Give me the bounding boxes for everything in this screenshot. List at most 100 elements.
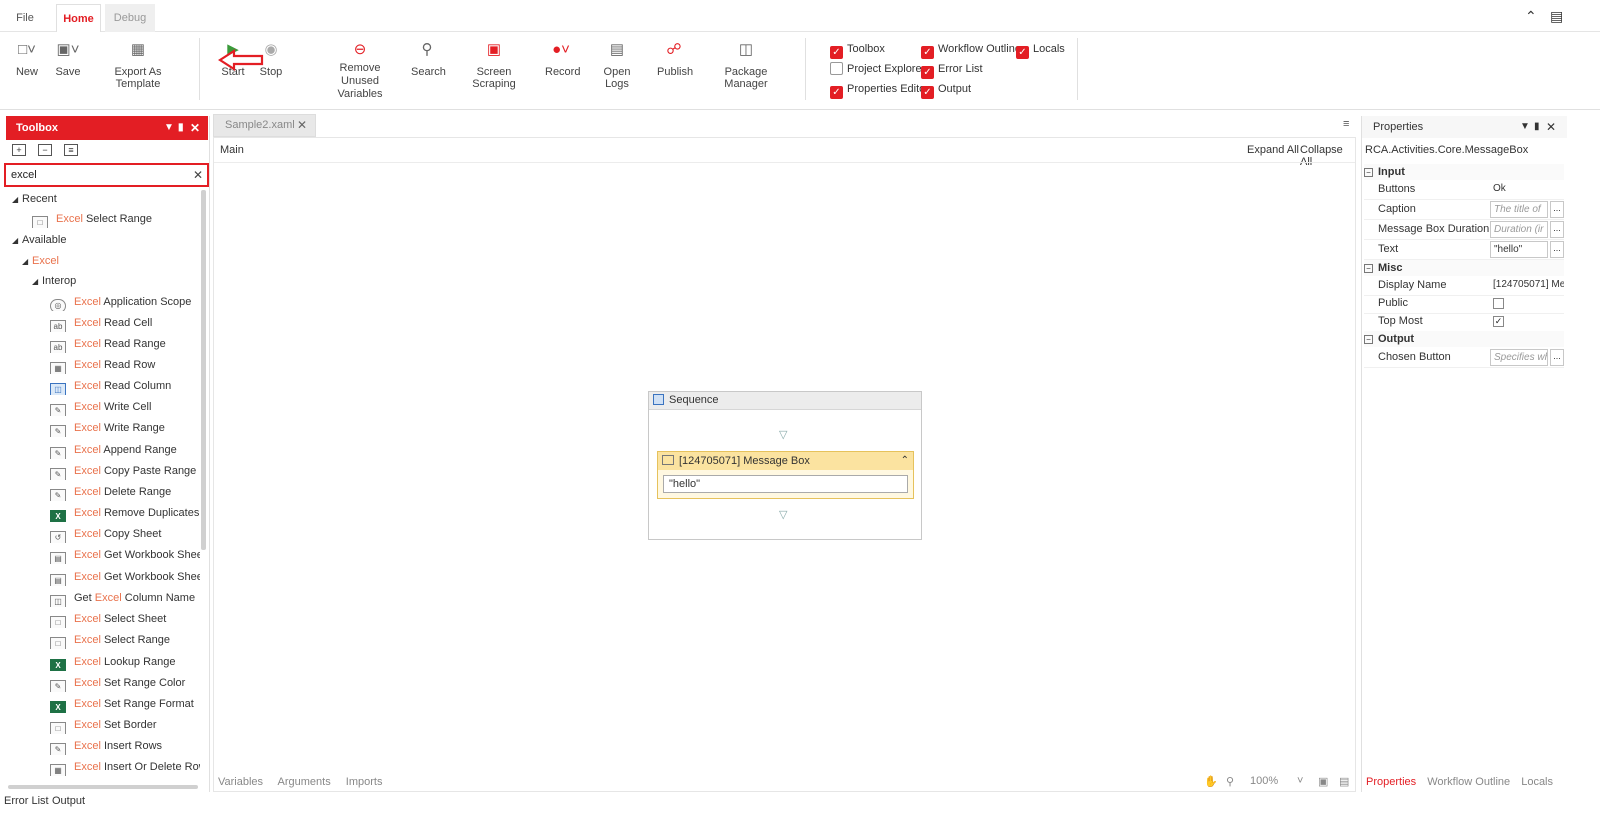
drop-target-icon[interactable]: ▽ [779, 428, 787, 441]
text-field[interactable]: "hello" [1490, 241, 1548, 258]
screen-scraping-button[interactable]: ▣ Screen Scraping [457, 40, 531, 90]
search-button[interactable]: ⚲ Search [411, 40, 446, 78]
list-item[interactable]: X Excel Lookup Range [50, 653, 200, 671]
category-input[interactable]: − Input [1364, 164, 1564, 180]
toolbox-search-input[interactable]: excel ✕ [4, 163, 209, 187]
tab-debug[interactable]: Debug [105, 4, 155, 32]
list-item[interactable]: ◎ Excel Application Scope [50, 293, 200, 311]
tab-file[interactable]: File [5, 4, 45, 32]
ellipsis-button[interactable]: ... [1550, 241, 1564, 258]
ellipsis-button[interactable]: ... [1550, 221, 1564, 238]
ellipsis-button[interactable]: ... [1550, 349, 1564, 366]
list-item[interactable]: ▤Excel Get Workbook Sheets [50, 568, 200, 586]
clear-search-icon[interactable]: ✕ [193, 165, 203, 185]
tab-error-list[interactable]: Error List [4, 795, 49, 807]
tab-properties[interactable]: Properties [1366, 776, 1416, 788]
buttons-value[interactable]: Ok [1490, 181, 1548, 198]
message-box-activity[interactable]: [124705071] Message Box ⌃ "hello" [657, 451, 914, 499]
list-item[interactable]: ▤ Excel Get Workbook Sheet [50, 546, 200, 564]
expand-all-link[interactable]: Expand All [1247, 144, 1299, 156]
collapse-all-icon[interactable]: − [38, 144, 52, 156]
tab-home[interactable]: Home [56, 4, 101, 32]
breadcrumb[interactable]: Main [220, 144, 244, 156]
dropdown-icon[interactable]: ▼ [1520, 116, 1530, 138]
tab-locals[interactable]: Locals [1521, 776, 1553, 788]
toolbox-scrollbar[interactable] [201, 190, 206, 550]
dropdown-icon[interactable]: ▼ [164, 116, 174, 140]
list-item[interactable]: ◫ Excel Read Column [50, 377, 200, 395]
tab-output[interactable]: Output [52, 795, 85, 807]
list-item[interactable]: ↺ Excel Copy Sheet [50, 525, 200, 543]
remove-unused-variables-button[interactable]: ⊖ Remove Unused Variables [322, 40, 398, 100]
close-tab-icon[interactable]: ✕ [297, 115, 307, 136]
expand-all-icon[interactable]: + [12, 144, 26, 156]
close-icon[interactable]: ✕ [190, 116, 200, 140]
ellipsis-button[interactable]: ... [1550, 201, 1564, 218]
list-item[interactable]: □ Excel Select Range [50, 631, 200, 649]
list-item[interactable]: □ Excel Select Range [32, 210, 182, 228]
public-checkbox[interactable] [1493, 298, 1504, 309]
open-logs-button[interactable]: ▤ Open Logs [593, 40, 641, 90]
list-item[interactable]: ✎ Excel Append Range [50, 441, 200, 459]
tree-node-available[interactable]: ◢ Available [12, 231, 66, 249]
drop-target-icon[interactable]: ▽ [779, 508, 787, 521]
fit-screen-icon[interactable]: ▣ [1318, 775, 1328, 788]
collapse-all-link[interactable]: Collapse All [1300, 144, 1355, 168]
variables-tab[interactable]: Variables [218, 776, 263, 788]
list-item[interactable]: ▦ Excel Read Row [50, 356, 200, 374]
toggle-properties-editor[interactable]: ✓ Properties Editor [830, 82, 929, 99]
list-item[interactable]: ◫ Get Excel Column Name [50, 589, 200, 607]
imports-tab[interactable]: Imports [346, 776, 383, 788]
list-item[interactable]: ✎ Excel Copy Paste Range [50, 462, 200, 480]
package-manager-button[interactable]: ◫ Package Manager [706, 40, 786, 90]
duration-field[interactable]: Duration (ir [1490, 221, 1548, 238]
tree-node-interop[interactable]: ◢ Interop [32, 272, 76, 290]
tree-node-excel[interactable]: ◢ Excel [22, 252, 59, 270]
list-view-icon[interactable]: ≡ [64, 144, 78, 156]
list-item[interactable]: □ Excel Select Sheet [50, 610, 200, 628]
tree-node-recent[interactable]: ◢ Recent [12, 190, 57, 208]
toolbox-horizontal-scrollbar[interactable] [8, 785, 198, 789]
collapse-ribbon-icon[interactable]: ⌃ [1525, 8, 1537, 25]
list-item[interactable]: ✎ Excel Set Range Color [50, 674, 200, 692]
publish-button[interactable]: ☍ Publish [657, 40, 693, 78]
record-button[interactable]: ●˅ Record [545, 40, 580, 78]
arguments-tab[interactable]: Arguments [278, 776, 331, 788]
zoom-search-icon[interactable]: ⚲ [1226, 775, 1234, 788]
tab-workflow-outline[interactable]: Workflow Outline [1427, 776, 1510, 788]
list-item[interactable]: ✎ Excel Delete Range [50, 483, 200, 501]
zoom-dropdown-icon[interactable]: ˅ [1297, 775, 1303, 787]
list-item[interactable]: ab Excel Read Cell [50, 314, 200, 332]
display-name-field[interactable]: [124705071] Mes [1490, 277, 1564, 294]
category-misc[interactable]: − Misc [1364, 260, 1564, 276]
list-item[interactable]: ✎ Excel Write Cell [50, 398, 200, 416]
list-item[interactable]: X Excel Set Range Format [50, 695, 200, 713]
pin-icon[interactable]: ▮ [1534, 116, 1540, 138]
toggle-locals[interactable]: ✓ Locals [1016, 42, 1065, 59]
collapse-icon[interactable]: ⌃ [901, 452, 909, 470]
document-tab[interactable]: Sample2.xaml ✕ [213, 114, 316, 137]
hand-icon[interactable]: ✋ [1204, 775, 1218, 788]
caption-field[interactable]: The title of [1490, 201, 1548, 218]
list-item[interactable]: ab Excel Read Range [50, 335, 200, 353]
toggle-project-explorer[interactable]: Project Explorer [830, 62, 925, 78]
export-as-template-button[interactable]: ▦ Export As Template [95, 40, 181, 90]
tab-list-icon[interactable]: ≡ [1343, 118, 1349, 130]
category-output[interactable]: − Output [1364, 331, 1564, 347]
chat-icon[interactable]: ▤ [1550, 8, 1563, 25]
list-item[interactable]: □ Excel Set Border [50, 716, 200, 734]
toggle-output[interactable]: ✓ Output [921, 82, 971, 99]
chosen-button-field[interactable]: Specifies wh [1490, 349, 1548, 366]
toggle-toolbox[interactable]: ✓ Toolbox [830, 42, 885, 59]
save-button[interactable]: ▣˅ Save [54, 40, 82, 78]
close-icon[interactable]: ✕ [1546, 116, 1556, 138]
list-item[interactable]: ▦Excel Insert Or Delete Rows [50, 758, 200, 776]
new-button[interactable]: □˅ New [12, 40, 42, 78]
zoom-level[interactable]: 100% [1250, 775, 1278, 787]
pin-icon[interactable]: ▮ [178, 116, 184, 140]
overview-icon[interactable]: ▤ [1339, 775, 1349, 788]
sequence-activity[interactable]: Sequence ▽ [124705071] Message Box ⌃ "hel… [648, 391, 922, 540]
list-item[interactable]: ✎ Excel Write Range [50, 419, 200, 437]
top-most-checkbox[interactable]: ✓ [1493, 316, 1504, 327]
list-item[interactable]: ✎ Excel Insert Rows [50, 737, 200, 755]
